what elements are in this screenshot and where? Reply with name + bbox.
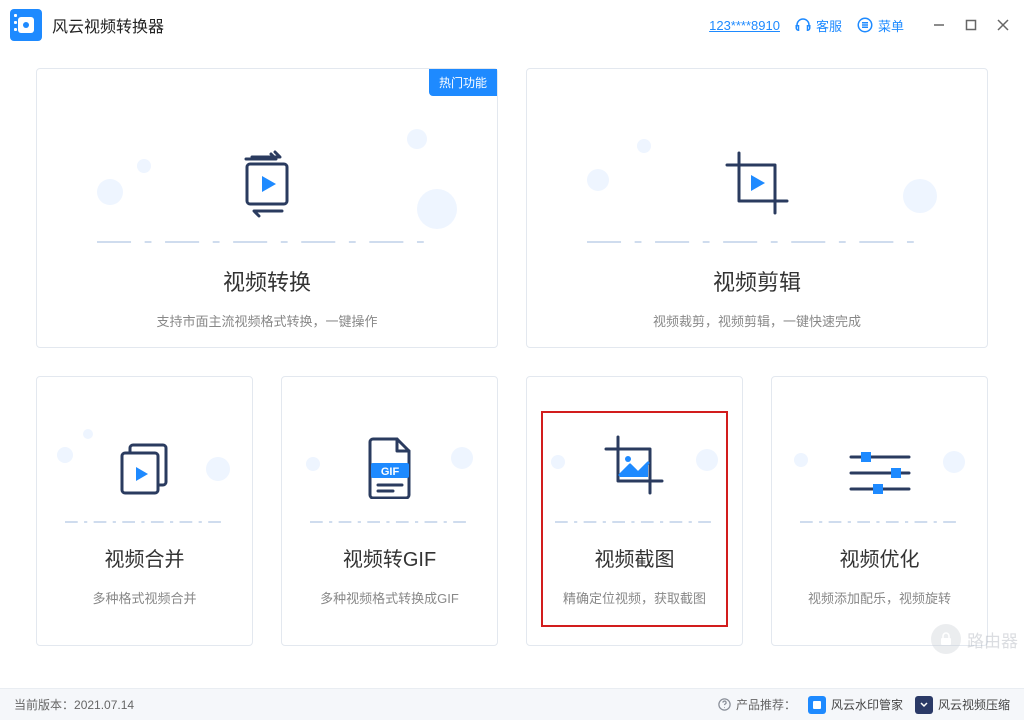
main-content: 热门功能 视频转换 支持市面主流视频格式转换，一键操作 xyxy=(0,50,1024,688)
card-title: 视频转换 xyxy=(223,265,311,297)
card-video-convert[interactable]: 热门功能 视频转换 支持市面主流视频格式转换，一键操作 xyxy=(36,68,498,348)
maximize-icon xyxy=(965,19,977,31)
user-id-link[interactable]: 123****8910 xyxy=(709,18,780,33)
card-video-gif[interactable]: GIF 视频转GIF 多种视频格式转换成GIF xyxy=(281,376,498,646)
hot-badge: 热门功能 xyxy=(429,69,497,96)
card-video-merge[interactable]: 视频合并 多种格式视频合并 xyxy=(36,376,253,646)
product-link-compress[interactable]: 风云视频压缩 xyxy=(915,696,1010,714)
menu-label: 菜单 xyxy=(878,16,904,35)
card-title: 视频转GIF xyxy=(343,543,436,572)
app-logo-icon xyxy=(10,9,42,41)
menu-icon xyxy=(856,16,874,34)
minimize-button[interactable] xyxy=(924,10,954,40)
product-name: 风云视频压缩 xyxy=(938,696,1010,713)
card-desc: 精确定位视频，获取截图 xyxy=(563,588,706,607)
card-title: 视频截图 xyxy=(595,543,675,572)
support-button[interactable]: 客服 xyxy=(794,16,842,35)
title-bar: 风云视频转换器 123****8910 客服 菜单 xyxy=(0,0,1024,50)
card-desc: 视频裁剪，视频剪辑，一键快速完成 xyxy=(653,311,861,330)
version-label: 当前版本： xyxy=(14,696,74,713)
convert-icon xyxy=(37,99,497,219)
headset-icon xyxy=(794,16,812,34)
support-label: 客服 xyxy=(816,16,842,35)
watermark-text: 路由器 xyxy=(967,627,1018,652)
help-icon[interactable] xyxy=(717,697,732,712)
watermark: 路由器 xyxy=(931,624,1018,654)
card-desc: 多种格式视频合并 xyxy=(92,588,196,607)
maximize-button[interactable] xyxy=(956,10,986,40)
crop-icon xyxy=(527,99,987,219)
svg-text:GIF: GIF xyxy=(380,466,399,478)
close-button[interactable] xyxy=(988,10,1018,40)
status-bar: 当前版本： 2021.07.14 产品推荐： 风云水印管家 风云视频压缩 xyxy=(0,688,1024,720)
card-title: 视频剪辑 xyxy=(713,265,801,297)
product-icon xyxy=(808,696,826,714)
merge-icon xyxy=(37,399,252,499)
app-title: 风云视频转换器 xyxy=(52,13,164,37)
card-desc: 视频添加配乐，视频旋转 xyxy=(808,588,951,607)
product-link-watermark[interactable]: 风云水印管家 xyxy=(808,696,903,714)
card-desc: 多种视频格式转换成GIF xyxy=(320,588,459,607)
minimize-icon xyxy=(933,19,945,31)
card-title: 视频优化 xyxy=(840,543,920,572)
close-icon xyxy=(997,19,1009,31)
menu-button[interactable]: 菜单 xyxy=(856,16,904,35)
gif-file-icon: GIF xyxy=(282,399,497,499)
card-video-optimize[interactable]: 视频优化 视频添加配乐，视频旋转 xyxy=(771,376,988,646)
sliders-icon xyxy=(772,399,987,499)
card-title: 视频合并 xyxy=(105,543,185,572)
watermark-badge-icon xyxy=(931,624,961,654)
screenshot-icon xyxy=(527,399,742,499)
version-value: 2021.07.14 xyxy=(74,698,134,712)
card-video-edit[interactable]: 视频剪辑 视频裁剪，视频剪辑，一键快速完成 xyxy=(526,68,988,348)
product-icon xyxy=(915,696,933,714)
card-video-screenshot[interactable]: 视频截图 精确定位视频，获取截图 xyxy=(526,376,743,646)
product-name: 风云水印管家 xyxy=(831,696,903,713)
recommend-label: 产品推荐： xyxy=(736,696,796,713)
card-desc: 支持市面主流视频格式转换，一键操作 xyxy=(156,311,377,330)
